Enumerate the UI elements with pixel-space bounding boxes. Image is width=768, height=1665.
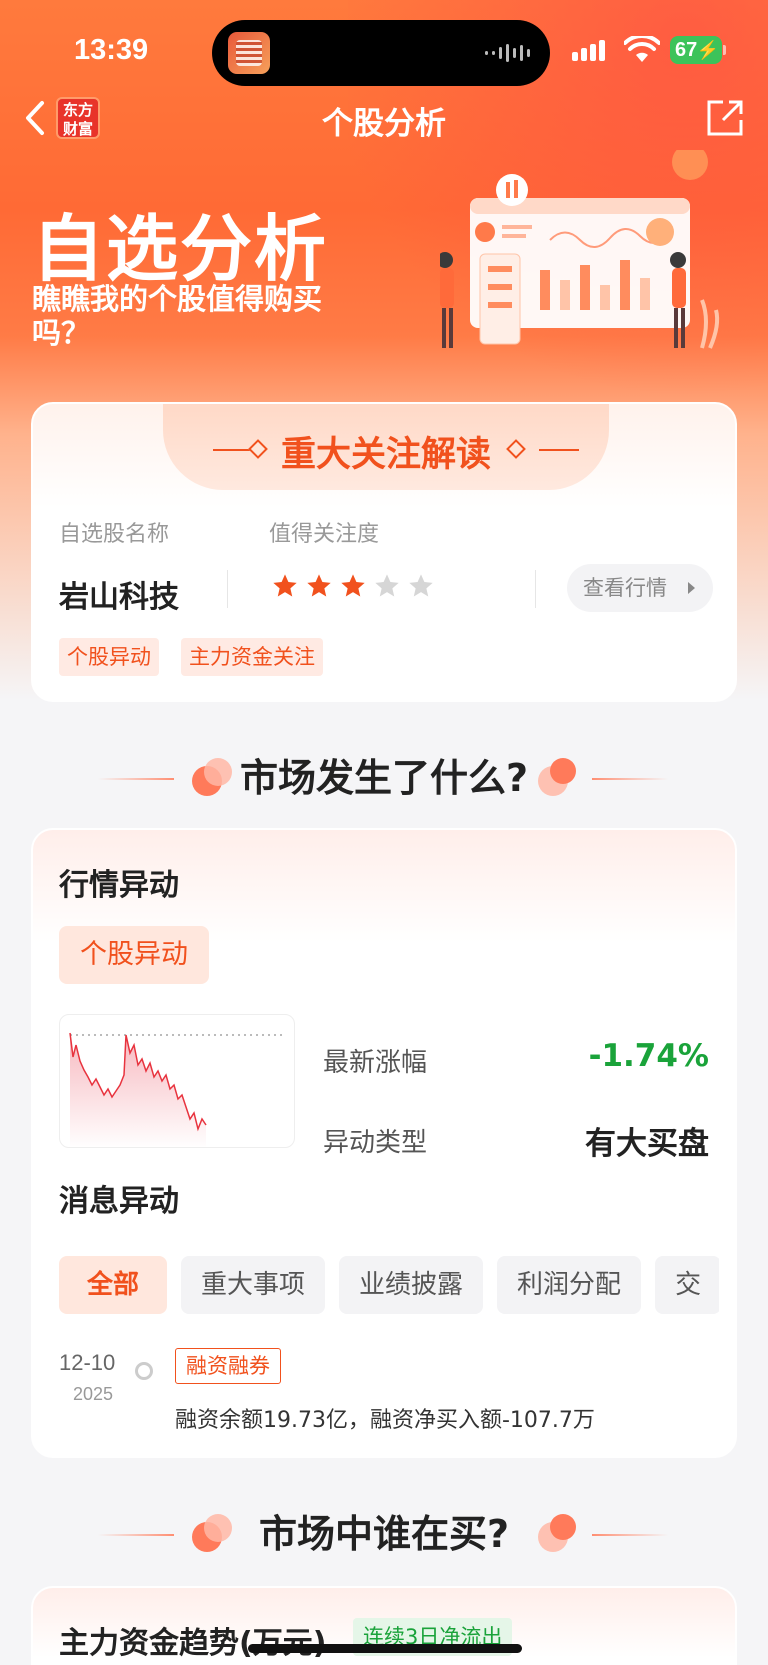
- focus-tag: 个股异动: [59, 638, 159, 676]
- cellular-signal-icon: [572, 40, 605, 61]
- news-text[interactable]: 融资余额19.73亿，融资净买入额-107.7万: [175, 1402, 595, 1434]
- news-filter-tabs: 全部 重大事项 业绩披露 利润分配交: [59, 1256, 719, 1316]
- stock-name-label: 自选股名称: [59, 522, 170, 547]
- divider: [227, 570, 228, 608]
- status-bar: 13:39 67 ⚡: [0, 0, 768, 100]
- ball-icon: [536, 756, 580, 800]
- focus-card-heading: 重大关注解读: [280, 435, 491, 475]
- page-title: 个股分析: [322, 106, 446, 142]
- latest-change-label: 最新涨幅: [323, 1048, 428, 1078]
- section-what-happened: 市场发生了什么?: [0, 748, 768, 808]
- filter-profit-distribution[interactable]: 利润分配: [497, 1256, 642, 1314]
- decor-line-right: [592, 1534, 668, 1536]
- news-date: 12-10: [59, 1350, 116, 1375]
- star-filled-icon: [273, 574, 297, 597]
- anomaly-type-value: 有大买盘: [585, 1126, 709, 1162]
- status-time: 13:39: [74, 34, 149, 66]
- anomaly-type-label: 异动类型: [323, 1128, 428, 1158]
- section-who-is-buying: 市场中谁在买?: [0, 1504, 768, 1564]
- home-indicator: [248, 1644, 522, 1653]
- share-icon[interactable]: [705, 98, 745, 138]
- star-filled-icon: [307, 574, 331, 597]
- filter-earnings[interactable]: 业绩披露: [339, 1256, 484, 1314]
- app-icon: [228, 32, 270, 74]
- latest-change-value: -1.74%: [588, 1038, 709, 1074]
- star-empty-icon: [375, 574, 399, 597]
- stock-anomaly-tab[interactable]: 个股异动: [59, 926, 209, 984]
- audio-wave-icon: [485, 44, 530, 62]
- divider: [535, 570, 536, 608]
- rating-stars: [271, 572, 435, 600]
- filter-all[interactable]: 全部: [59, 1256, 168, 1314]
- intraday-mini-chart[interactable]: [59, 1014, 295, 1148]
- decor-line-right: [592, 778, 668, 780]
- market-anomaly-card: 行情异动 个股异动 最新涨幅 -1.74% 异动类型 有大买盘 消息异动 全部重…: [31, 828, 737, 1458]
- hero-title: 自选分析: [32, 207, 329, 291]
- intraday-sparkline: [69, 1032, 286, 1147]
- ball-icon: [536, 1512, 580, 1556]
- dynamic-island: [212, 20, 550, 86]
- star-filled-icon: [341, 574, 365, 597]
- battery-level: 67: [675, 39, 698, 61]
- analysis-illustration: [440, 150, 720, 349]
- charging-bolt-icon: ⚡: [696, 40, 719, 60]
- filter-major-events[interactable]: 重大事项: [181, 1256, 326, 1314]
- timeline-dot: [135, 1362, 153, 1380]
- fund-trend-card: 主力资金趋势(万元) 连续3日净流出: [31, 1586, 737, 1665]
- news-anomaly-title: 消息异动: [59, 1184, 179, 1219]
- stock-name[interactable]: 岩山科技: [59, 572, 179, 616]
- focus-tag: 主力资金关注: [181, 638, 323, 676]
- fund-trend-title: 主力资金趋势(万元): [59, 1626, 327, 1661]
- rating-label: 值得关注度: [269, 522, 380, 547]
- filter-trading[interactable]: 交: [655, 1256, 719, 1314]
- hero-subtitle: 瞧瞧我的个股值得购买吗？: [32, 282, 323, 350]
- star-empty-icon: [409, 574, 433, 597]
- quote-anomaly-title: 行情异动: [59, 868, 179, 903]
- sparkline-area: [70, 1033, 206, 1147]
- news-tag: 融资融券: [175, 1348, 281, 1384]
- battery-icon: 67 ⚡: [670, 36, 726, 64]
- news-year: 2025: [73, 1384, 114, 1404]
- focus-card: 重大关注解读 自选股名称 值得关注度 岩山科技 查看行情 个股异动 主力资金关注: [31, 402, 737, 702]
- wifi-icon: [624, 36, 660, 62]
- view-quote-button[interactable]: 查看行情: [567, 564, 713, 612]
